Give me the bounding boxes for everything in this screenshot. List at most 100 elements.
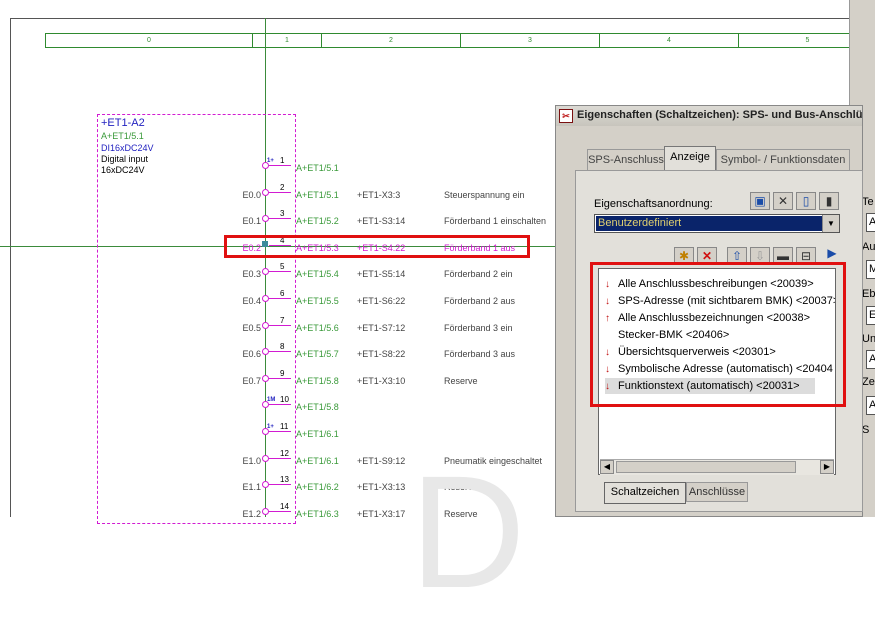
right-panel-field[interactable]: M xyxy=(866,260,875,279)
pin-stub xyxy=(269,431,291,432)
plc-address: E0.6 xyxy=(242,349,261,359)
ruler-column: 0 xyxy=(46,34,253,47)
pin-number: 6 xyxy=(280,289,285,298)
connection-pin[interactable]: 6 xyxy=(262,289,292,303)
scrollbar-thumb[interactable] xyxy=(616,461,796,473)
highlight-box-row xyxy=(224,235,530,258)
cross-reference: A+ET1/6.3 xyxy=(296,509,339,519)
plc-card-reference: A+ET1/5.1 xyxy=(101,131,144,141)
pin-stub xyxy=(269,484,291,485)
connection-pin[interactable]: 10 1M xyxy=(262,395,292,409)
pin-number: 11 xyxy=(280,422,289,431)
pin-terminal-icon xyxy=(262,375,269,382)
tab-anzeige[interactable]: Anzeige xyxy=(664,146,716,171)
delete-scheme-icon[interactable]: ✕ xyxy=(773,192,793,210)
plc-card-description-2: 16xDC24V xyxy=(101,165,145,175)
dialog-titlebar[interactable]: ✂ Eigenschaften (Schaltzeichen): SPS- un… xyxy=(556,106,862,126)
plc-address: E0.1 xyxy=(242,216,261,226)
plc-card-description: Digital input xyxy=(101,154,149,164)
save-icon[interactable]: ▣ xyxy=(750,192,770,210)
pin-number: 14 xyxy=(280,502,289,511)
connection-pin[interactable]: 8 xyxy=(262,342,292,356)
plc-card-type: DI16xDC24V xyxy=(101,143,154,153)
pin-terminal-icon xyxy=(262,295,269,302)
column-ruler: 0 1 2 3 4 5 xyxy=(45,33,875,48)
plc-address: E1.0 xyxy=(242,456,261,466)
ruler-column: 2 xyxy=(322,34,461,47)
arrangement-select-value: Benutzerdefiniert xyxy=(596,216,822,231)
pin-number: 10 xyxy=(280,395,289,404)
export-icon[interactable]: ▮ xyxy=(819,192,839,210)
scroll-right-arrow-icon[interactable]: ▶ xyxy=(820,460,834,474)
pin-number: 2 xyxy=(280,183,285,192)
cross-reference: A+ET1/5.1 xyxy=(296,163,339,173)
pin-stub xyxy=(269,458,291,459)
right-panel-field[interactable]: El xyxy=(866,306,875,325)
plc-address: E0.3 xyxy=(242,269,261,279)
connection-pin[interactable]: 13 xyxy=(262,475,292,489)
device-tag: +ET1-S3:14 xyxy=(357,216,406,226)
property-list-hscrollbar[interactable]: ◀ ▶ xyxy=(600,459,834,475)
plc-address: E0.4 xyxy=(242,296,261,306)
connection-pin[interactable]: 12 xyxy=(262,449,292,463)
pin-stub xyxy=(269,404,291,405)
pin-stub xyxy=(269,192,291,193)
device-tag: +ET1-S8:22 xyxy=(357,349,406,359)
tab-sps-anschluss[interactable]: SPS-Anschluss xyxy=(587,149,665,170)
connection-pin[interactable]: 1 1+ xyxy=(262,156,292,170)
plc-address: E1.2 xyxy=(242,509,261,519)
tab-anschluesse[interactable]: Anschlüsse xyxy=(686,482,748,502)
function-text: Steuerspannung ein xyxy=(444,190,525,200)
right-panel-field[interactable]: A xyxy=(866,396,875,415)
chevron-down-icon[interactable]: ▼ xyxy=(822,215,839,232)
cross-reference: A+ET1/6.2 xyxy=(296,482,339,492)
function-text: Förderband 3 aus xyxy=(444,349,516,359)
pin-marker: 1+ xyxy=(267,424,274,430)
scroll-right-icon[interactable]: ▶ xyxy=(824,245,840,263)
cross-reference: A+ET1/5.8 xyxy=(296,376,339,386)
cross-reference: A+ET1/5.5 xyxy=(296,296,339,306)
pin-number: 3 xyxy=(280,209,285,218)
right-panel-field[interactable]: A xyxy=(866,213,875,232)
watermark-letter: D xyxy=(410,442,526,621)
import-icon[interactable]: ▯ xyxy=(796,192,816,210)
right-panel-field[interactable]: A xyxy=(866,350,875,369)
scroll-left-icon[interactable]: ◀ xyxy=(600,460,614,474)
tab-schaltzeichen[interactable]: Schaltzeichen xyxy=(604,482,686,504)
connection-pin[interactable]: 3 xyxy=(262,209,292,223)
plc-card-title: +ET1-A2 xyxy=(101,117,145,129)
connection-pin[interactable]: 2 xyxy=(262,183,292,197)
pin-terminal-icon xyxy=(262,455,269,462)
device-tag: +ET1-S7:12 xyxy=(357,323,406,333)
highlight-box-properties xyxy=(590,262,846,407)
pin-terminal-icon xyxy=(262,508,269,515)
cross-reference: A+ET1/5.2 xyxy=(296,216,339,226)
pin-stub xyxy=(269,378,291,379)
connection-pin[interactable]: 5 xyxy=(262,262,292,276)
cross-reference: A+ET1/5.8 xyxy=(296,402,339,412)
pin-stub xyxy=(269,511,291,512)
function-text: Förderband 2 aus xyxy=(444,296,516,306)
cross-reference: A+ET1/5.6 xyxy=(296,323,339,333)
pin-terminal-icon xyxy=(262,215,269,222)
pin-number: 12 xyxy=(280,449,289,458)
pin-number: 8 xyxy=(280,342,285,351)
cross-reference: A+ET1/6.1 xyxy=(296,456,339,466)
pin-number: 13 xyxy=(280,475,289,484)
connection-pin[interactable]: 9 xyxy=(262,369,292,383)
pin-number: 7 xyxy=(280,316,285,325)
arrangement-select[interactable]: Benutzerdefiniert ▼ xyxy=(594,214,840,233)
connection-pin[interactable]: 7 xyxy=(262,316,292,330)
pin-stub xyxy=(269,298,291,299)
ruler-column: 3 xyxy=(461,34,600,47)
tab-symbol-funktionsdaten[interactable]: Symbol- / Funktionsdaten xyxy=(716,149,850,170)
arrangement-label: Eigenschaftsanordnung: xyxy=(594,198,713,210)
drawing-frame-top xyxy=(10,18,875,19)
device-tag: +ET1-S5:14 xyxy=(357,269,406,279)
function-text: Förderband 3 ein xyxy=(444,323,513,333)
cross-reference: A+ET1/5.7 xyxy=(296,349,339,359)
connection-pin[interactable]: 14 xyxy=(262,502,292,516)
device-tag: +ET1-X3:13 xyxy=(357,482,406,492)
connection-pin[interactable]: 11 1+ xyxy=(262,422,292,436)
right-panel-label: Au xyxy=(862,241,875,253)
